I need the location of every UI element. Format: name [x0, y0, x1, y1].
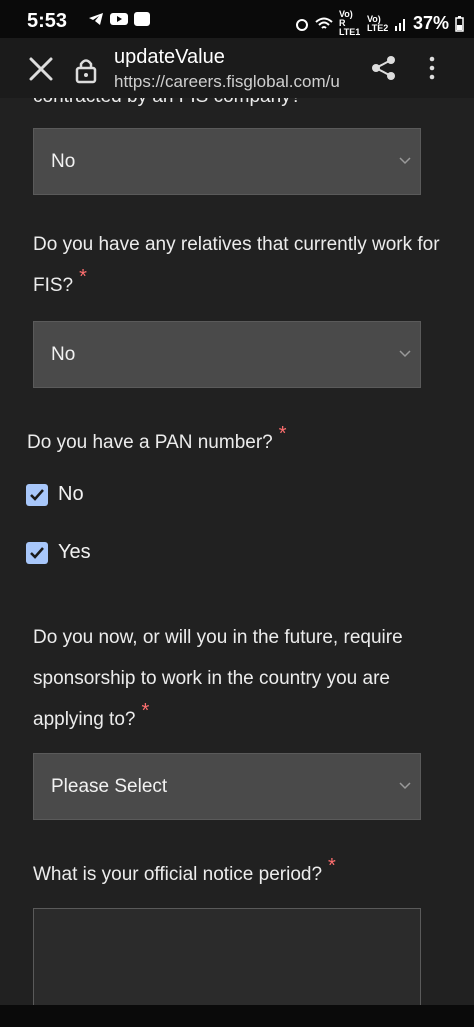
notice-period-textarea[interactable]	[33, 908, 421, 1005]
question-relatives-label: Do you have any relatives that currently…	[33, 224, 443, 306]
checkbox-yes[interactable]	[26, 541, 48, 564]
pan-option-no[interactable]: No	[26, 483, 84, 506]
close-icon[interactable]	[26, 54, 56, 84]
question-notice-text: What is your official notice period?	[33, 864, 323, 885]
question-pan-text: Do you have a PAN number?	[27, 432, 273, 453]
relatives-select-value: No	[51, 344, 76, 365]
alarm-icon	[295, 18, 308, 31]
required-marker: *	[328, 855, 336, 877]
question-relatives-text: Do you have any relatives that currently…	[33, 234, 440, 296]
wifi-icon	[315, 17, 333, 29]
required-marker: *	[79, 266, 87, 288]
form-content: contracted by an FIS company? No Do you …	[0, 98, 474, 1005]
more-vert-icon[interactable]	[420, 54, 444, 82]
question-notice-label: What is your official notice period? *	[33, 854, 443, 895]
system-icons: Vo) R LTE1 Vo) LTE2 37%	[295, 10, 464, 37]
share-icon[interactable]	[370, 54, 398, 82]
chevron-down-icon	[399, 157, 411, 165]
lock-icon[interactable]	[74, 56, 98, 84]
battery-icon	[455, 15, 464, 32]
url-text[interactable]: https://careers.fisglobal.com/u	[114, 72, 354, 92]
contracted-select[interactable]: No	[33, 128, 421, 195]
navigation-bar	[0, 1005, 474, 1027]
youtube-icon	[110, 13, 128, 25]
pan-option-yes[interactable]: Yes	[26, 541, 91, 564]
checkbox-no[interactable]	[26, 483, 48, 506]
contracted-select-value: No	[51, 151, 76, 172]
sponsorship-select-value: Please Select	[51, 776, 168, 797]
question-sponsorship-text: Do you now, or will you in the future, r…	[33, 627, 403, 730]
sim2-label: Vo) LTE2	[366, 13, 389, 33]
paytm-icon	[134, 12, 150, 26]
checkbox-no-label: No	[58, 483, 84, 505]
relatives-select[interactable]: No	[33, 321, 421, 388]
question-contracted-text: contracted by an FIS company?	[33, 98, 301, 107]
status-bar: 5:53 Vo) R LTE1 Vo) LTE2 37%	[0, 0, 474, 38]
question-sponsorship-label: Do you now, or will you in the future, r…	[33, 617, 443, 740]
checkmark-icon	[30, 488, 44, 501]
battery-percent: 37%	[412, 13, 449, 33]
browser-toolbar: updateValue https://careers.fisglobal.co…	[0, 38, 474, 98]
clock: 5:53	[27, 10, 68, 32]
chevron-down-icon	[399, 350, 411, 358]
question-pan-label: Do you have a PAN number? *	[27, 422, 437, 463]
question-contracted-label: contracted by an FIS company?	[33, 98, 443, 117]
required-marker: *	[141, 700, 150, 722]
signal-icon	[394, 18, 405, 31]
notification-icons	[88, 12, 150, 26]
sim1-label: Vo) R LTE1	[338, 9, 361, 37]
page-title: updateValue	[114, 46, 225, 68]
required-marker: *	[278, 423, 287, 445]
checkmark-icon	[30, 546, 44, 559]
chevron-down-icon	[399, 782, 411, 790]
checkbox-yes-label: Yes	[58, 541, 91, 563]
sponsorship-select[interactable]: Please Select	[33, 753, 421, 820]
telegram-icon	[89, 13, 103, 25]
